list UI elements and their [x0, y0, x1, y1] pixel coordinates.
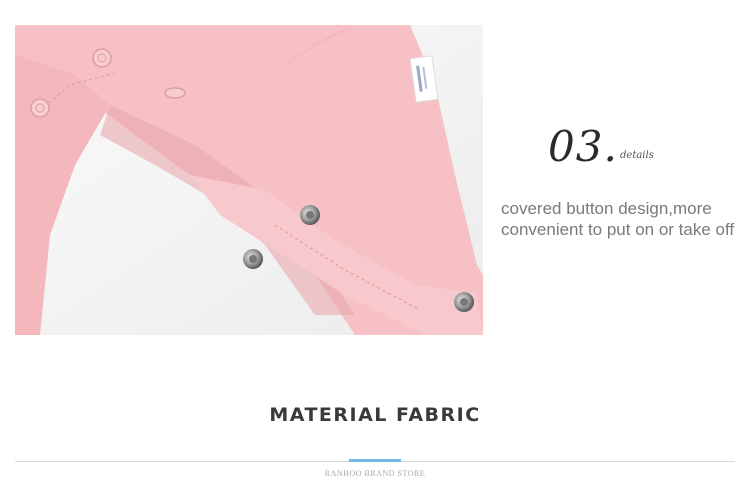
store-footer: RANHOO BRAND STORE [324, 469, 426, 478]
snap-button-icon [243, 249, 263, 269]
detail-label: details [620, 150, 654, 161]
snap-button-icon [300, 205, 320, 225]
detail-number: 03. [548, 122, 618, 171]
product-photo [15, 25, 483, 335]
romper-closeup-image [15, 25, 483, 335]
covered-snap-icon [92, 48, 112, 68]
section-title: MATERIAL FABRIC [269, 404, 481, 426]
divider-accent [349, 459, 401, 462]
covered-snap-icon [30, 98, 50, 118]
covered-snap-icon [164, 87, 186, 99]
detail-description: covered button design,more convenient to… [501, 199, 735, 239]
snap-button-icon [454, 292, 474, 312]
